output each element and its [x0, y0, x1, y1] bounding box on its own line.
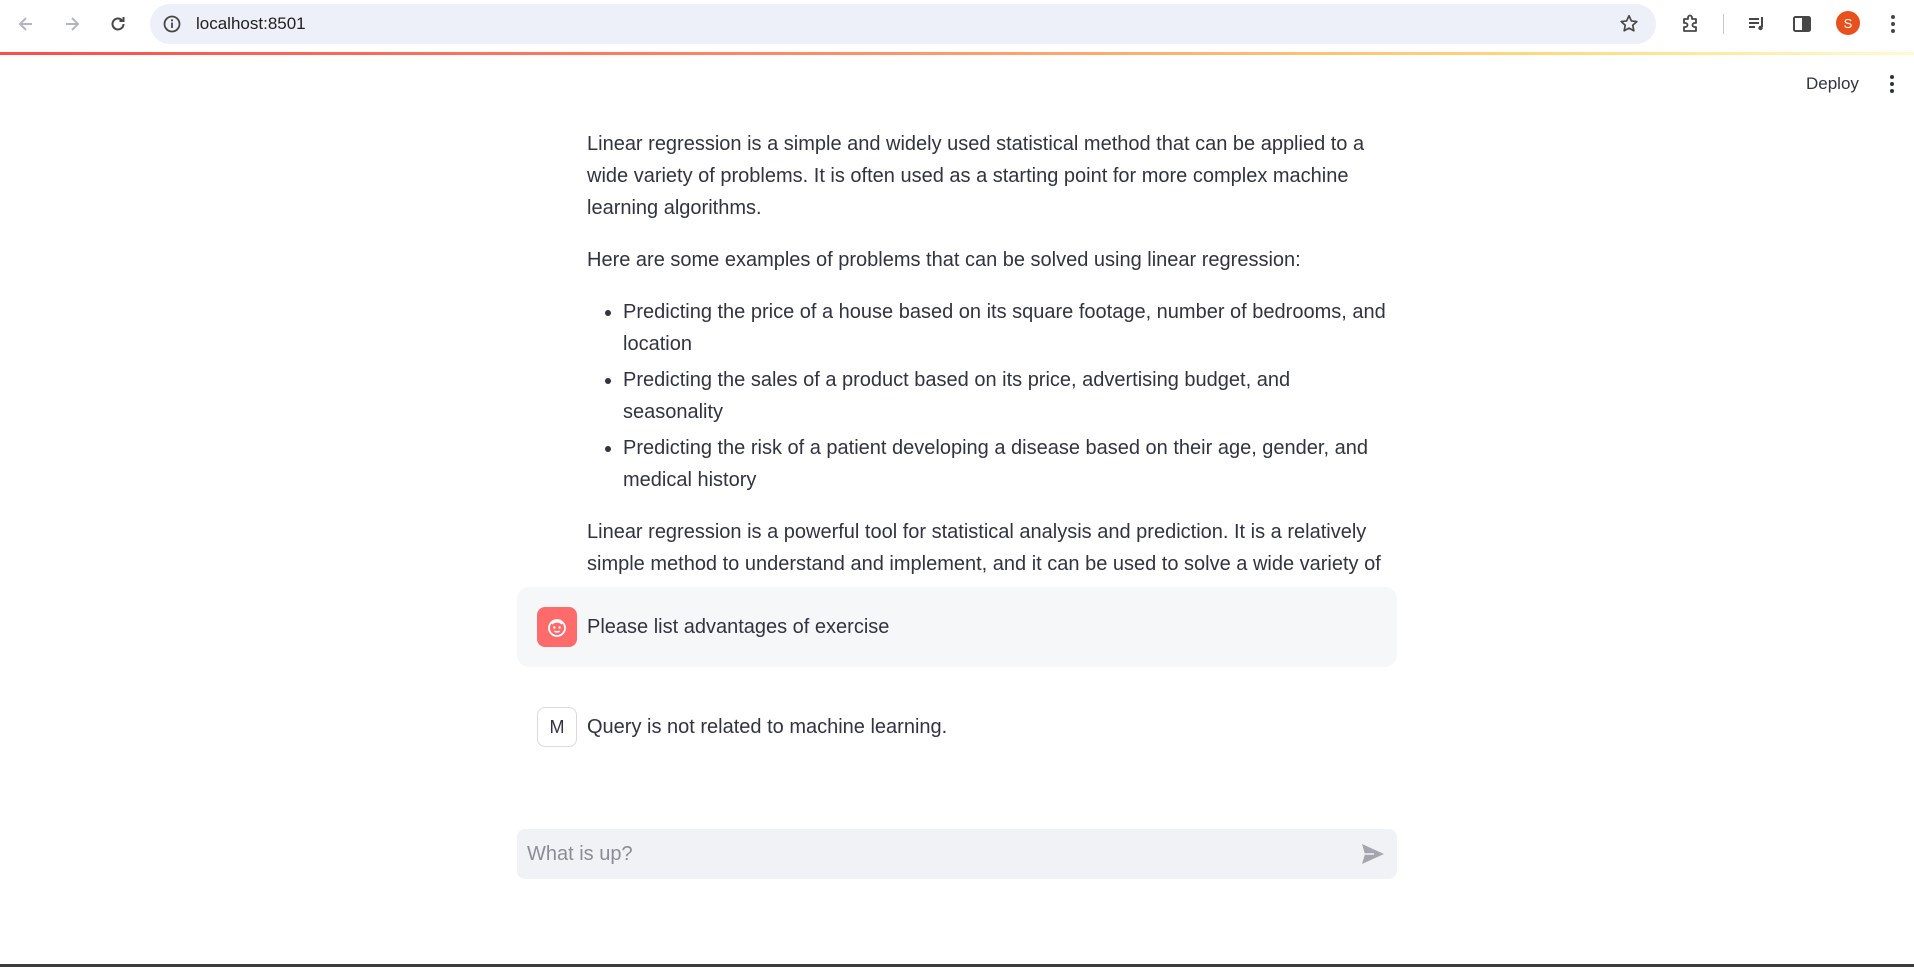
browser-menu-button[interactable]: [1881, 12, 1905, 36]
response-bullet-list: Predicting the price of a house based on…: [587, 296, 1387, 496]
chat-input-container: [517, 829, 1397, 879]
app-top-decoration: [0, 52, 1914, 55]
media-control-icon: [1749, 17, 1763, 31]
side-panel-button[interactable]: [1790, 12, 1814, 36]
list-item: Predicting the sales of a product based …: [623, 364, 1387, 428]
list-item: Predicting the price of a house based on…: [623, 296, 1387, 360]
assistant-chat-message: M Query is not related to machine learni…: [517, 687, 1397, 767]
reload-icon: [111, 17, 125, 31]
kebab-menu-icon: [1891, 15, 1895, 33]
side-panel-icon: [1793, 16, 1811, 32]
face-icon: [548, 619, 566, 637]
app-main-menu-button[interactable]: [1880, 71, 1904, 97]
assistant-response: Linear regression is a simple and widely…: [587, 128, 1387, 632]
send-button[interactable]: [1359, 841, 1387, 867]
reload-button[interactable]: [100, 8, 136, 40]
url-text[interactable]: localhost:8501: [196, 14, 306, 34]
user-avatar: [537, 607, 577, 647]
assistant-avatar: M: [537, 707, 577, 747]
back-button[interactable]: [8, 8, 44, 40]
profile-avatar[interactable]: S: [1836, 11, 1860, 35]
info-icon[interactable]: [162, 14, 182, 34]
deploy-button[interactable]: Deploy: [1792, 70, 1873, 98]
puzzle-icon: [1683, 14, 1697, 32]
assistant-message-text: Query is not related to machine learning…: [587, 716, 948, 738]
toolbar-divider: [1723, 14, 1724, 34]
star-icon[interactable]: [1618, 13, 1640, 35]
send-icon: [1362, 844, 1384, 864]
chat-input[interactable]: [517, 829, 1337, 879]
response-paragraph: Linear regression is a simple and widely…: [587, 133, 1365, 219]
forward-button[interactable]: [54, 8, 90, 40]
user-chat-message: Please list advantages of exercise: [517, 587, 1397, 667]
user-message-text: Please list advantages of exercise: [587, 616, 890, 638]
forward-arrow-icon: [66, 17, 80, 31]
list-item: Predicting the risk of a patient develop…: [623, 432, 1387, 496]
address-bar[interactable]: localhost:8501: [150, 4, 1656, 44]
media-control-button[interactable]: [1745, 12, 1769, 36]
response-paragraph: Here are some examples of problems that …: [587, 249, 1301, 271]
browser-toolbar: localhost:8501 S: [0, 0, 1914, 52]
back-arrow-icon: [18, 17, 32, 31]
extensions-button[interactable]: [1679, 12, 1703, 36]
kebab-menu-icon: [1890, 75, 1894, 93]
